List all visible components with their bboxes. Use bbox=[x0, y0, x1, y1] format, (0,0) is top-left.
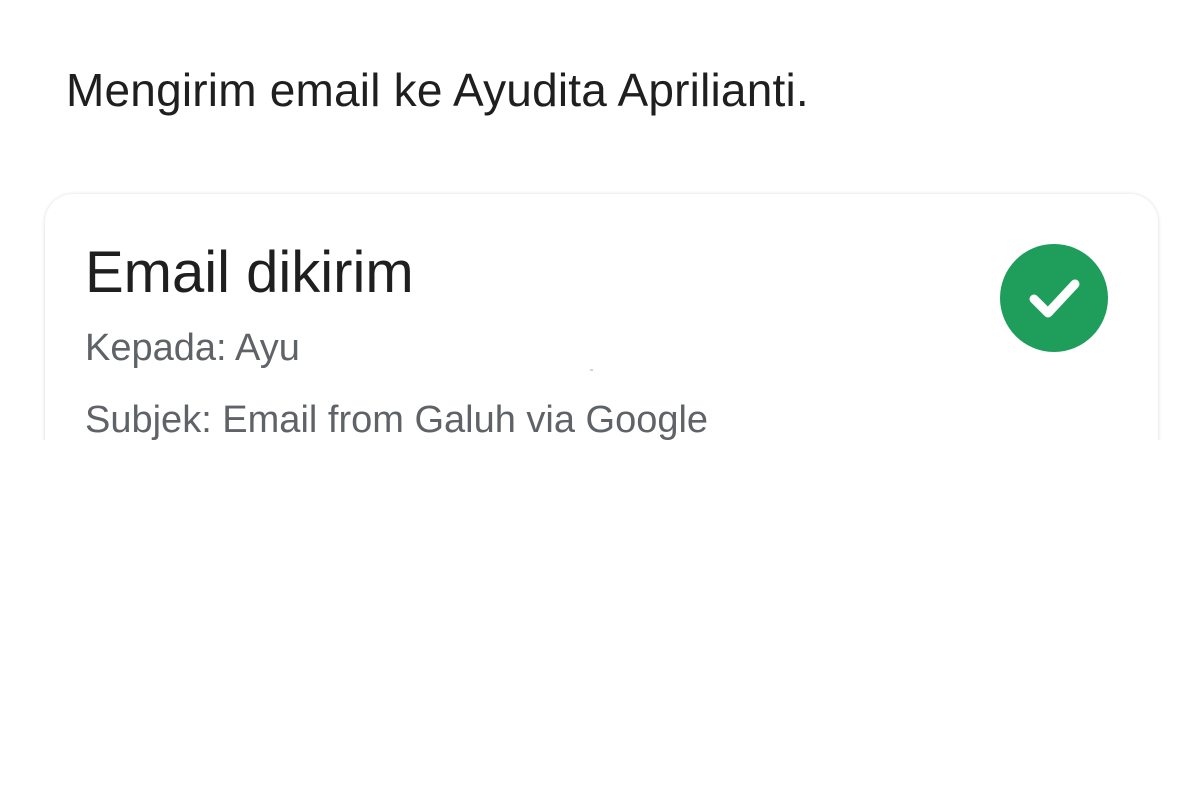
assistant-screen: Mengirim email ke Ayudita Aprilianti. Em… bbox=[0, 0, 1200, 800]
subject-line: Subjek: Email from Galuh via Google bbox=[85, 399, 709, 440]
checkmark-icon bbox=[1029, 279, 1080, 318]
card-title: Email dikirim bbox=[85, 240, 414, 305]
assistant-message: Mengirim email ke Ayudita Aprilianti. bbox=[66, 64, 809, 116]
check-circle-icon bbox=[1000, 244, 1108, 352]
email-sent-card[interactable]: Email dikirim Kepada: Ayu Subjek: Email … bbox=[45, 194, 1158, 440]
recipient-line: Kepada: Ayu bbox=[85, 327, 300, 369]
redaction-mark bbox=[590, 369, 593, 371]
email-card-viewport: Email dikirim Kepada: Ayu Subjek: Email … bbox=[0, 180, 1200, 440]
